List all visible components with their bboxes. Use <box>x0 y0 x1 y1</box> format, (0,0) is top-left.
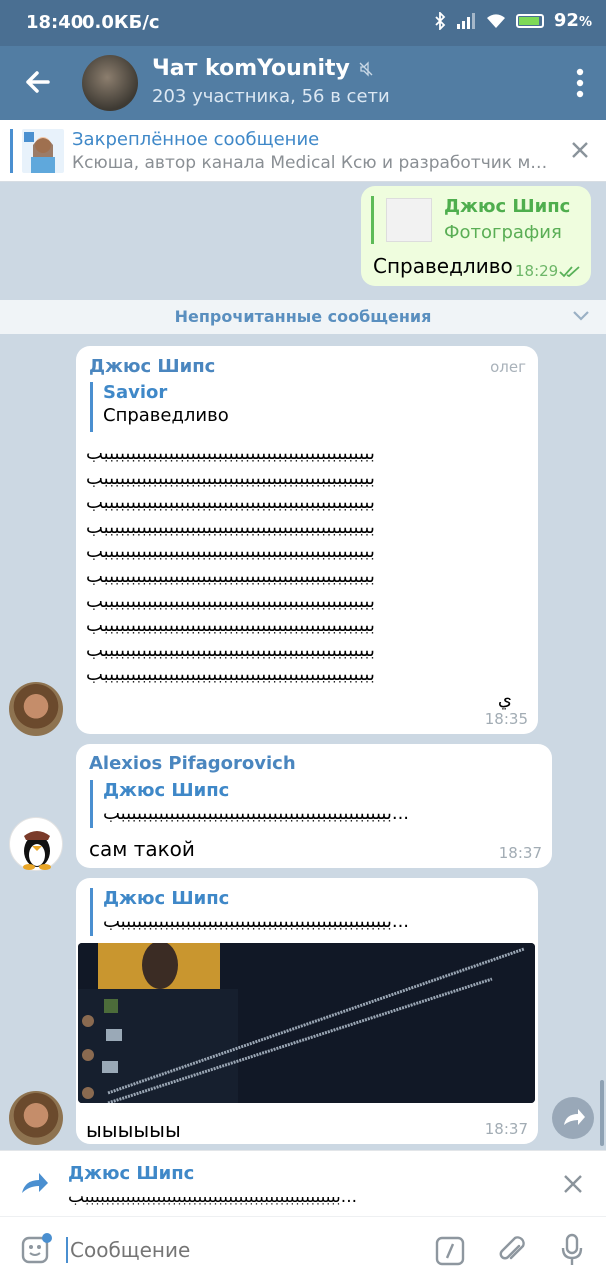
message-photo[interactable] <box>78 943 535 1103</box>
unread-divider: Непрочитанные сообщения <box>0 300 606 334</box>
network-speed: 0.0КБ/с <box>82 12 160 33</box>
bot-command-icon[interactable] <box>435 1236 465 1266</box>
pinned-message[interactable]: Закреплённое сообщение Ксюша, автор кана… <box>0 120 606 182</box>
reply-author: Savior <box>103 382 168 403</box>
chevron-down-icon[interactable] <box>572 309 590 323</box>
reply-text: Справедливо <box>103 405 229 426</box>
reply-author: Джюс Шипс <box>103 888 230 909</box>
message-time: 18:35 <box>484 710 528 728</box>
pinned-accent-bar <box>10 129 13 173</box>
reply-text: بببببببببببببببببببببببببببببببببببببببب… <box>103 803 412 824</box>
forward-button[interactable] <box>552 1097 594 1139</box>
microphone-icon[interactable] <box>560 1233 584 1267</box>
message-outgoing[interactable]: Джюс Шипс Фотография Справедливо 18:29 <box>361 186 591 286</box>
message-text: Справедливо <box>373 254 513 278</box>
composer <box>0 1216 606 1280</box>
attach-paperclip-icon[interactable] <box>497 1234 527 1266</box>
more-menu-icon[interactable] <box>576 68 584 98</box>
signal-icon <box>456 12 475 29</box>
pinned-text: Ксюша, автор канала Medical Ксю и разраб… <box>72 153 552 173</box>
message-text: بببببببببببببببببببببببببببببببببببببببب… <box>86 443 515 710</box>
status-time: 18:40 <box>26 12 84 33</box>
pinned-thumbnail <box>22 129 64 173</box>
back-arrow-icon[interactable] <box>20 64 56 100</box>
message-text: сам такой <box>89 837 195 861</box>
status-bar: 18:40 0.0КБ/с 92% <box>0 0 606 46</box>
sticker-emoji-icon[interactable] <box>20 1233 52 1265</box>
avatar[interactable] <box>9 1091 63 1145</box>
reply-panel-text: بببببببببببببببببببببببببببببببببببببببب… <box>68 1187 360 1207</box>
reply-author: Джюс Шипс <box>103 780 230 801</box>
chat-members-status: 203 участника, 56 в сети <box>152 86 390 107</box>
chat-title[interactable]: Чат komYounity <box>152 56 374 81</box>
avatar[interactable] <box>9 817 63 871</box>
reply-media-type: Фотография <box>444 222 562 243</box>
share-arrow-icon <box>564 1109 585 1125</box>
reply-panel-author: Джюс Шипс <box>68 1163 195 1184</box>
status-icons: 92% <box>434 10 592 31</box>
message-incoming[interactable]: Alexios Pifagorovich Джюс Шипс ببببببببب… <box>76 744 552 868</box>
bluetooth-icon <box>435 11 446 30</box>
close-pinned-icon[interactable] <box>568 138 592 162</box>
admin-tag: олег <box>490 358 526 376</box>
pinned-title: Закреплённое сообщение <box>72 129 320 150</box>
message-sender[interactable]: Джюс Шипс <box>89 356 215 377</box>
message-text: ыыыыыы <box>86 1118 181 1142</box>
reply-panel: Джюс Шипс بببببببببببببببببببببببببببببب… <box>0 1150 606 1216</box>
message-time: 18:37 <box>484 1120 528 1138</box>
reply-text: بببببببببببببببببببببببببببببببببببببببب… <box>103 911 412 932</box>
wifi-icon <box>486 13 505 28</box>
chat-avatar[interactable] <box>82 55 138 111</box>
avatar[interactable] <box>9 682 63 736</box>
chat-header: Чат komYounity 203 участника, 56 в сети <box>0 46 606 120</box>
reply-quote[interactable]: Джюс Шипс بببببببببببببببببببببببببببببب… <box>90 780 538 828</box>
muted-icon <box>359 60 373 77</box>
message-time: 18:29 <box>515 262 559 280</box>
reply-quote[interactable]: Savior Справедливо <box>90 382 229 432</box>
reply-quote[interactable]: Джюс Шипс Фотография <box>371 196 570 244</box>
read-double-check-icon <box>559 266 580 278</box>
unread-label: Непрочитанные сообщения <box>174 307 432 326</box>
message-input[interactable] <box>66 1237 366 1263</box>
battery-icon <box>515 13 544 28</box>
reply-quote[interactable]: Джюс Шипс بببببببببببببببببببببببببببببب… <box>90 888 528 936</box>
battery-level: 92% <box>553 10 592 31</box>
reply-photo-thumbnail <box>386 198 432 242</box>
scrollbar[interactable] <box>600 1080 604 1146</box>
message-sender[interactable]: Alexios Pifagorovich <box>89 753 296 774</box>
message-time: 18:37 <box>498 844 542 862</box>
reply-arrow-icon <box>22 1173 48 1193</box>
cancel-reply-icon[interactable] <box>562 1173 584 1195</box>
reply-author: Джюс Шипс <box>444 196 571 217</box>
